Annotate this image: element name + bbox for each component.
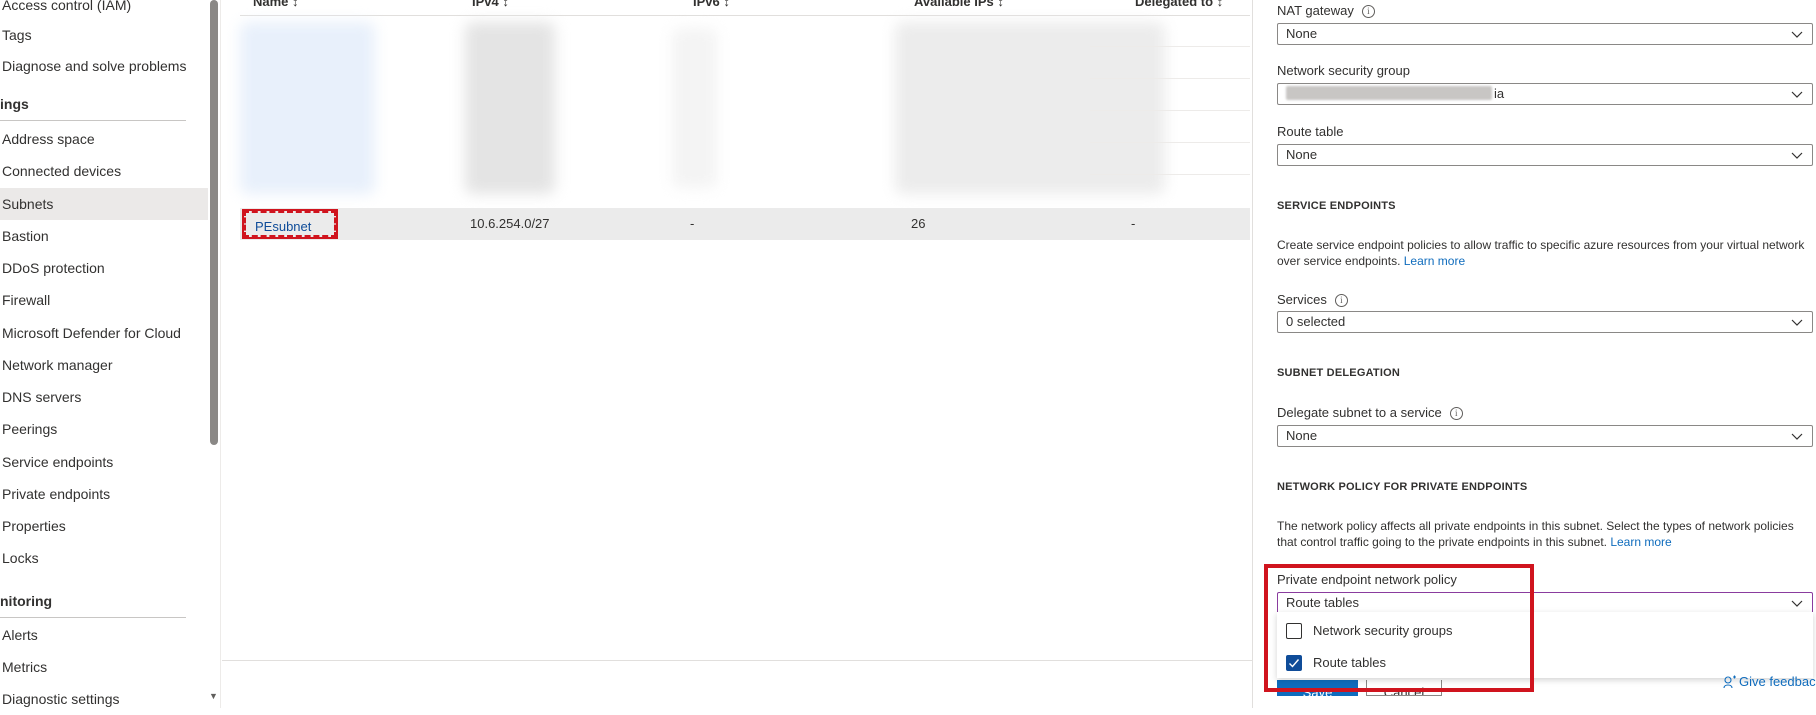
grid-divider <box>1090 78 1250 79</box>
sidebar-divider <box>0 120 186 121</box>
sidebar-section-settings[interactable]: ings <box>0 96 29 112</box>
cell-delegated-to: - <box>1131 216 1136 231</box>
sidebar-item-bastion[interactable]: Bastion <box>2 220 49 252</box>
service-endpoints-description: Create service endpoint policies to allo… <box>1277 238 1805 268</box>
sidebar-item-properties[interactable]: Properties <box>2 510 66 542</box>
network-policy-description: The network policy affects all private e… <box>1277 519 1794 549</box>
cell-ipv4: 10.6.254.0/27 <box>470 216 550 231</box>
cell-available-ips: 26 <box>911 216 926 231</box>
redacted-ipv4 <box>465 22 555 194</box>
learn-more-link[interactable]: Learn more <box>1404 254 1465 268</box>
sidebar-item-connected-devices[interactable]: Connected devices <box>2 155 121 187</box>
grid-divider <box>1090 110 1250 111</box>
nsg-value: ia <box>1494 86 1505 101</box>
info-icon[interactable]: i <box>1361 5 1375 18</box>
grid-divider <box>1090 142 1250 143</box>
resource-sidebar: Access control (IAM) Tags Diagnose and s… <box>0 0 208 708</box>
cell-ipv6: - <box>690 216 695 231</box>
table-row[interactable]: 10.6.254.0/27 - 26 - <box>240 208 1250 240</box>
sidebar-item-network-manager[interactable]: Network manager <box>2 349 113 381</box>
sidebar-item-tags[interactable]: Tags <box>2 19 32 51</box>
chevron-down-icon <box>1791 31 1803 38</box>
info-icon[interactable]: i <box>1334 294 1348 307</box>
chevron-down-icon <box>1791 433 1803 440</box>
grid-divider <box>1090 46 1250 47</box>
nat-gateway-dropdown[interactable]: None <box>1277 23 1813 45</box>
chevron-down-icon <box>1791 600 1803 607</box>
service-endpoints-header: SERVICE ENDPOINTS <box>1277 200 1396 212</box>
feedback-icon <box>1723 675 1736 689</box>
learn-more-link[interactable]: Learn more <box>1610 535 1671 549</box>
sidebar-item-metrics[interactable]: Metrics <box>2 651 47 683</box>
grid-divider <box>1090 174 1250 175</box>
subnet-name-link[interactable]: PEsubnet <box>242 209 338 239</box>
sidebar-item-address-space[interactable]: Address space <box>2 123 95 155</box>
sidebar-item-dns-servers[interactable]: DNS servers <box>2 381 81 413</box>
redacted-available-ips <box>895 22 1165 194</box>
services-label: Services i <box>1277 292 1348 307</box>
sidebar-item-peerings[interactable]: Peerings <box>2 413 57 445</box>
redacted-names <box>240 22 375 194</box>
sidebar-section-monitoring[interactable]: nitoring <box>0 593 52 609</box>
sidebar-item-service-endpoints[interactable]: Service endpoints <box>2 446 113 478</box>
sidebar-item-firewall[interactable]: Firewall <box>2 284 50 316</box>
info-icon[interactable]: i <box>1449 407 1463 420</box>
delegate-dropdown[interactable]: None <box>1277 425 1813 447</box>
nsg-label: Network security group <box>1277 63 1410 78</box>
column-header-ipv4[interactable]: IPv4 ↕ <box>472 0 509 9</box>
give-feedback-link[interactable]: Give feedback <box>1723 674 1816 689</box>
sidebar-item-diagnostic-settings[interactable]: Diagnostic settings <box>2 683 120 715</box>
chevron-down-icon <box>1791 319 1803 326</box>
sidebar-item-alerts[interactable]: Alerts <box>2 619 38 651</box>
route-table-dropdown[interactable]: None <box>1277 144 1813 166</box>
column-header-delegated-to[interactable]: Delegated to ↕ <box>1135 0 1223 9</box>
sidebar-item-ddos-protection[interactable]: DDoS protection <box>2 252 105 284</box>
highlight-annotation-box <box>1264 564 1534 692</box>
route-table-label: Route table <box>1277 124 1344 139</box>
sidebar-item-locks[interactable]: Locks <box>2 542 39 574</box>
sidebar-item-defender[interactable]: Microsoft Defender for Cloud <box>2 317 181 349</box>
scroll-down-arrow-icon[interactable]: ▼ <box>209 691 218 701</box>
column-header-name[interactable]: Name ↕ <box>253 0 299 9</box>
sidebar-divider <box>0 617 186 618</box>
network-policy-header: NETWORK POLICY FOR PRIVATE ENDPOINTS <box>1277 481 1528 493</box>
chevron-down-icon <box>1791 91 1803 98</box>
subnet-delegation-header: SUBNET DELEGATION <box>1277 367 1400 379</box>
redacted-nsg-name <box>1286 86 1492 100</box>
delegate-label: Delegate subnet to a service i <box>1277 405 1463 420</box>
sidebar-scrollbar[interactable] <box>210 0 218 445</box>
column-header-available-ips[interactable]: Available IPs ↕ <box>914 0 1004 9</box>
sidebar-item-diagnose[interactable]: Diagnose and solve problems <box>2 50 186 82</box>
sidebar-border <box>220 0 221 708</box>
footer-divider <box>222 660 1252 661</box>
services-dropdown[interactable]: 0 selected <box>1277 311 1813 333</box>
nat-gateway-label: NAT gateway i <box>1277 3 1375 18</box>
column-header-ipv6[interactable]: IPv6 ↕ <box>693 0 730 9</box>
sidebar-item-access-control[interactable]: Access control (IAM) <box>2 0 131 21</box>
sidebar-item-private-endpoints[interactable]: Private endpoints <box>2 478 110 510</box>
subnet-grid-header: Name ↕ IPv4 ↕ IPv6 ↕ Available IPs ↕ Del… <box>240 0 1250 16</box>
chevron-down-icon <box>1791 152 1803 159</box>
redacted-ipv6 <box>672 28 717 188</box>
sidebar-item-subnets[interactable]: Subnets <box>0 188 208 220</box>
